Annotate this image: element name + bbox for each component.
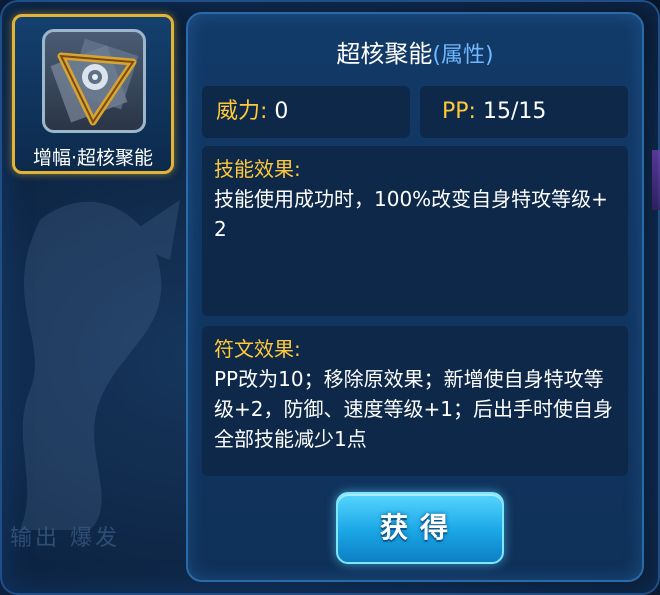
skill-card-name: 增幅·超核聚能 xyxy=(32,147,154,169)
skill-effect-text: 技能使用成功时，100%改变自身特攻等级+2 xyxy=(214,187,608,241)
side-decoration xyxy=(652,150,660,210)
skill-icon-frame xyxy=(42,29,146,133)
skill-effect-title: 技能效果: xyxy=(214,157,301,181)
get-button[interactable]: 获得 xyxy=(336,492,504,564)
rune-effect-title: 符文效果: xyxy=(214,337,301,361)
skill-info-panel: 超核聚能(属性) 威力: 0 PP: 15/15 技能效果: 技能使用成功时，1… xyxy=(186,12,644,582)
skill-effect-section: 技能效果: 技能使用成功时，100%改变自身特攻等级+2 xyxy=(202,146,628,316)
skill-card[interactable]: 增幅·超核聚能 xyxy=(12,14,174,174)
skill-detail-screen: 输出 爆发 增幅·超核聚能 超核聚能(属性) 威力: 0 PP: 15/15 技… xyxy=(0,0,660,595)
pp-value: 15/15 xyxy=(482,99,547,124)
power-stat: 威力: 0 xyxy=(202,86,410,138)
triangle-emblem-icon xyxy=(50,38,139,126)
power-value: 0 xyxy=(274,99,289,124)
pp-stat: PP: 15/15 xyxy=(420,86,628,138)
skill-title-name: 超核聚能 xyxy=(336,40,433,68)
pp-label: PP: xyxy=(442,99,476,124)
power-label: 威力: xyxy=(216,99,268,124)
background-faded-text: 输出 爆发 xyxy=(10,526,120,551)
background-character-art xyxy=(20,200,180,530)
rune-effect-section[interactable]: 符文效果: PP改为10；移除原效果；新增使自身特攻等级+2，防御、速度等级+1… xyxy=(202,326,628,476)
skill-attribute-label: (属性) xyxy=(432,43,494,68)
rune-effect-text: PP改为10；移除原效果；新增使自身特攻等级+2，防御、速度等级+1；后出手时使… xyxy=(214,367,613,451)
skill-title: 超核聚能(属性) xyxy=(188,34,642,69)
